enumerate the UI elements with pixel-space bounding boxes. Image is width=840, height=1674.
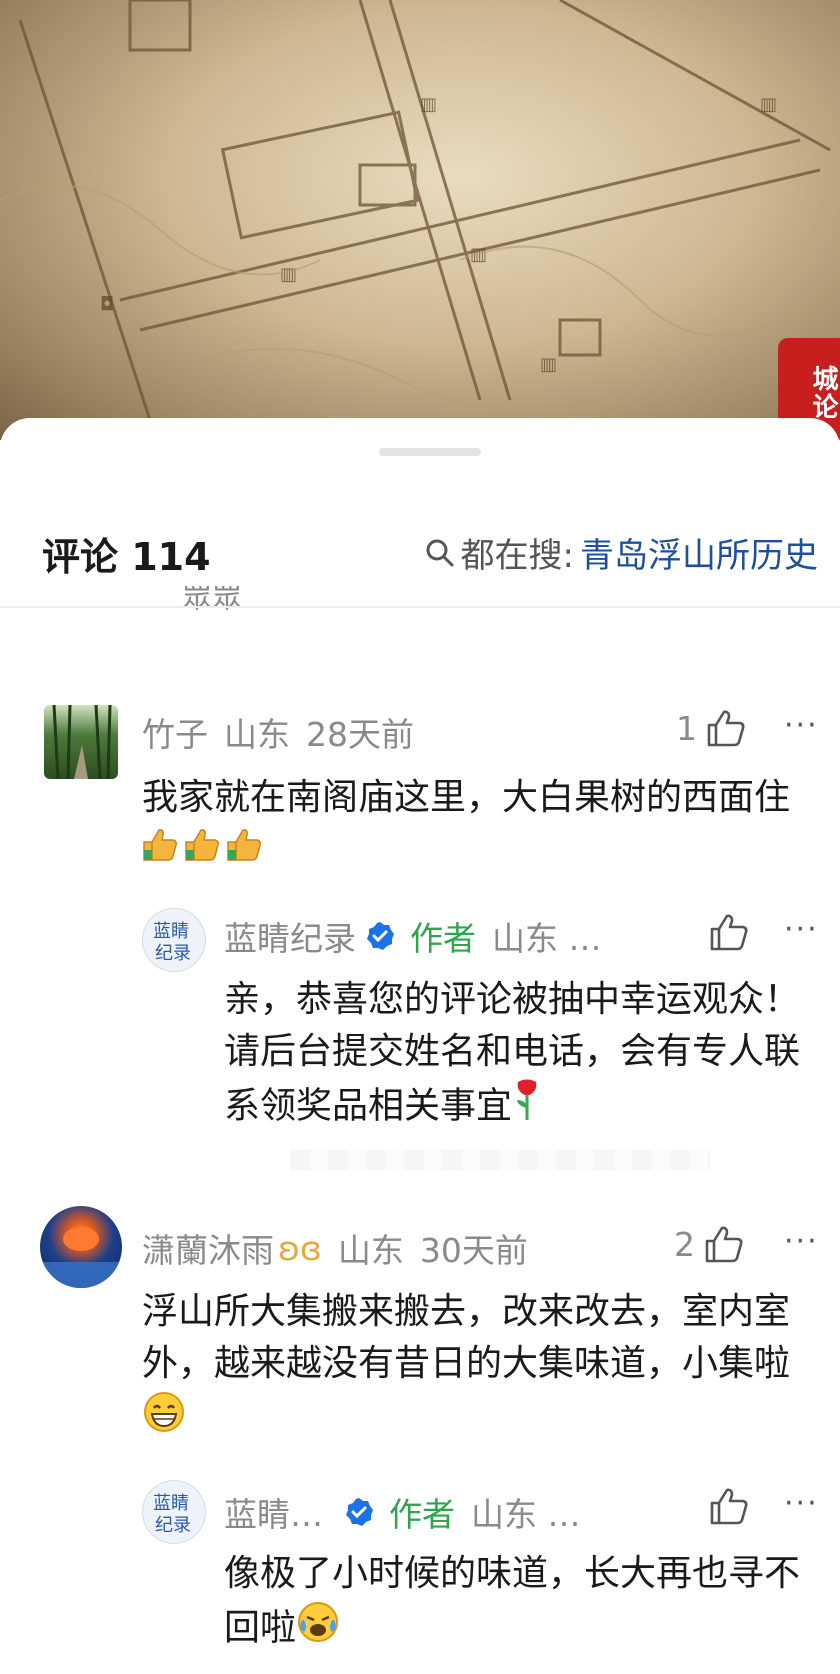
hot-search-keyword[interactable]: 青岛浮山所历史 (580, 528, 818, 577)
reply-meta: 蓝睛纪录 作者 山东 … (224, 912, 602, 960)
svg-text:蓝睛: 蓝睛 (153, 921, 189, 942)
more-icon[interactable]: ··· (784, 1224, 819, 1259)
avatar[interactable] (44, 705, 118, 779)
comment-count: 评论 114 (42, 535, 211, 579)
hot-search-link[interactable]: 都在搜: 青岛浮山所历史 (425, 528, 818, 577)
reply-location: 山东 … (471, 1495, 581, 1534)
svg-text:◘: ◘ (100, 294, 114, 315)
svg-text:纪录: 纪录 (155, 943, 191, 964)
svg-text:▥: ▥ (280, 264, 297, 285)
like-count: 2 (674, 1224, 695, 1264)
thumb-up-icon (710, 1488, 748, 1525)
comment-text-content: 我家就在南阁庙这里，大白果树的西面住 (142, 777, 791, 818)
bamboo-avatar-image (52, 705, 112, 779)
drag-handle[interactable] (379, 448, 481, 456)
like-count: 1 (676, 708, 697, 748)
old-map-image: ◘▥ ▥▥ ▥▥ (0, 0, 840, 421)
hot-search-label: 都在搜: (460, 536, 574, 576)
comment-text: 我家就在南阁庙这里，大白果树的西面住 (142, 772, 832, 879)
faded-divider (290, 1150, 710, 1170)
author-logo-avatar: 蓝睛纪录 (153, 921, 191, 964)
thumbs-up-emoji (142, 824, 268, 879)
like-button[interactable]: 1 (676, 708, 747, 748)
reply-like-button[interactable] (700, 1486, 750, 1526)
svg-text:纪录: 纪录 (155, 1515, 191, 1536)
author-avatar[interactable]: 蓝睛 纪录 (142, 1480, 206, 1544)
grin-emoji (142, 1390, 186, 1449)
verified-icon (367, 922, 394, 950)
verified-icon (346, 1498, 373, 1526)
username[interactable]: 潇蘭沐雨 (142, 1224, 274, 1272)
thumb-up-icon (710, 914, 748, 951)
crying-laugh-emoji (296, 1600, 340, 1659)
like-button[interactable]: 2 (674, 1224, 745, 1264)
more-icon[interactable]: ··· (784, 1486, 819, 1521)
reply-text: 亲，恭喜您的评论被抽中幸运观众！请后台提交姓名和电话，会有专人联系领奖品相关事宜 (224, 974, 824, 1137)
lantern-avatar-image (40, 1227, 122, 1288)
location: 山东 (337, 1231, 404, 1270)
author-tag: 作者 (410, 919, 476, 958)
svg-text:蓝睛: 蓝睛 (153, 1493, 189, 1514)
svg-text:▥: ▥ (420, 94, 437, 115)
svg-text:▥: ▥ (540, 354, 557, 375)
author-avatar[interactable]: 蓝睛 纪录 (142, 908, 206, 972)
header-divider (0, 606, 840, 608)
comment-header: 评论 114 都在搜: 青岛浮山所历史 (0, 518, 840, 598)
more-icon[interactable]: ··· (784, 708, 819, 743)
timestamp: 30天前 (419, 1231, 528, 1270)
video-frame[interactable]: ◘ ▥ ▥ ▥ ▥ ▥ 城论 (0, 0, 840, 440)
reply-location: 山东 … (492, 919, 602, 958)
svg-text:▥: ▥ (760, 94, 777, 115)
rose-emoji (512, 1078, 542, 1137)
author-logo-avatar: 蓝睛纪录 (153, 1493, 191, 1536)
thumb-up-icon (707, 710, 745, 747)
location: 山东 (224, 715, 290, 754)
comment-meta: 竹子 山东 28天前 (142, 708, 414, 756)
reply-meta: 蓝睛… 作者 山东 … (224, 1488, 581, 1536)
reply-text: 像极了小时候的味道，长大再也寻不回啦 (224, 1548, 824, 1659)
author-tag: 作者 (389, 1495, 455, 1534)
comment-text-content: 浮山所大集搬来搬去，改来改去，室内室外，越来越没有昔日的大集味道，小集啦 (142, 1291, 791, 1384)
butterfly-icon: ʚɞ (278, 1228, 322, 1268)
timestamp: 28天前 (306, 715, 414, 754)
reply-username[interactable]: 蓝睛… (224, 1488, 323, 1536)
comment-meta: 潇蘭沐雨 ʚɞ 山东 30天前 (142, 1224, 528, 1272)
comment-text: 浮山所大集搬来搬去，改来改去，室内室外，越来越没有昔日的大集味道，小集啦 (142, 1286, 832, 1449)
search-icon (426, 539, 454, 566)
avatar[interactable] (40, 1206, 122, 1288)
reply-username[interactable]: 蓝睛纪录 (224, 912, 356, 960)
username[interactable]: 竹子 (142, 708, 208, 756)
reply-like-button[interactable] (700, 912, 750, 952)
thumb-up-icon (705, 1226, 743, 1263)
more-icon[interactable]: ··· (784, 912, 819, 947)
